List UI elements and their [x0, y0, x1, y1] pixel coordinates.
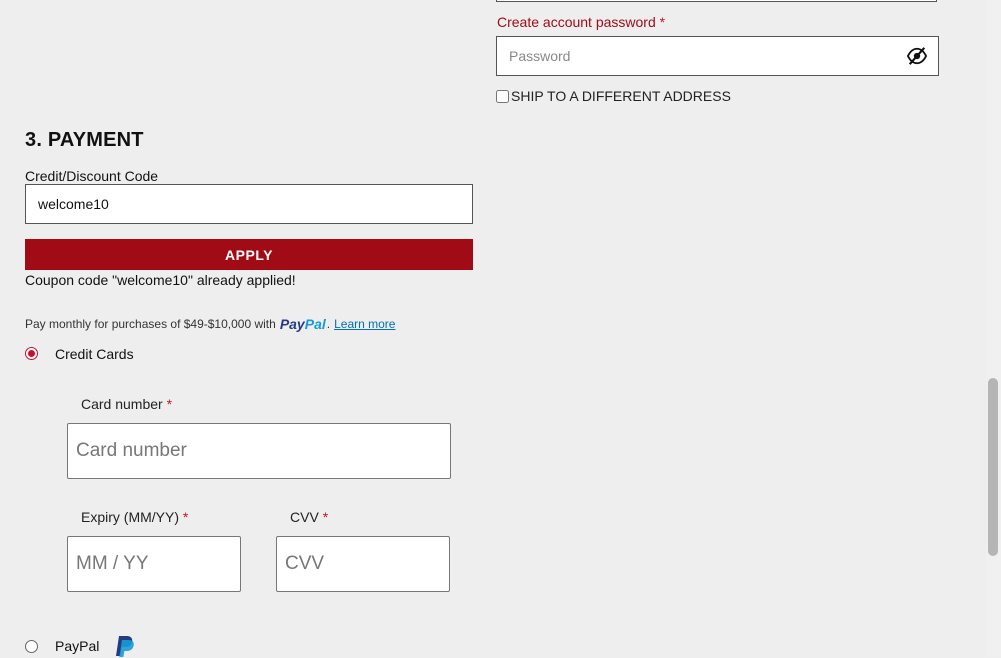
previous-input-edge	[496, 0, 937, 2]
eye-slash-icon[interactable]	[906, 46, 928, 66]
learn-more-link[interactable]: Learn more	[334, 317, 395, 331]
paypal-icon	[116, 636, 134, 657]
expiry-input[interactable]	[67, 536, 241, 592]
cvv-label: CVV *	[290, 509, 329, 525]
scrollbar-track[interactable]	[986, 0, 1001, 657]
credit-cards-radio[interactable]	[25, 347, 38, 360]
card-number-label: Card number *	[81, 396, 173, 412]
credit-cards-label: Credit Cards	[55, 346, 134, 362]
paypal-label: PayPal	[55, 638, 100, 654]
scrollbar-thumb[interactable]	[988, 378, 998, 556]
card-number-input[interactable]	[67, 423, 451, 479]
password-label: Create account password *	[497, 14, 666, 30]
apply-button[interactable]: APPLY	[25, 239, 473, 270]
cvv-input[interactable]	[276, 536, 450, 592]
coupon-message: Coupon code "welcome10" already applied!	[25, 272, 296, 288]
paypal-logo: PayPal	[279, 316, 326, 332]
expiry-label: Expiry (MM/YY) *	[81, 509, 189, 525]
ship-different-address[interactable]: SHIP TO A DIFFERENT ADDRESS	[496, 88, 731, 104]
paypal-credit-message: Pay monthly for purchases of $49-$10,000…	[25, 316, 396, 332]
paypal-radio[interactable]	[25, 640, 38, 653]
section-title: 3. PAYMENT	[25, 129, 144, 151]
discount-code-input[interactable]	[25, 184, 473, 224]
password-input[interactable]	[496, 36, 939, 76]
paypal-message-text: Pay monthly for purchases of $49-$10,000…	[25, 317, 276, 331]
code-label: Credit/Discount Code	[25, 168, 159, 184]
ship-different-label: SHIP TO A DIFFERENT ADDRESS	[511, 88, 731, 104]
ship-different-checkbox[interactable]	[496, 89, 509, 103]
